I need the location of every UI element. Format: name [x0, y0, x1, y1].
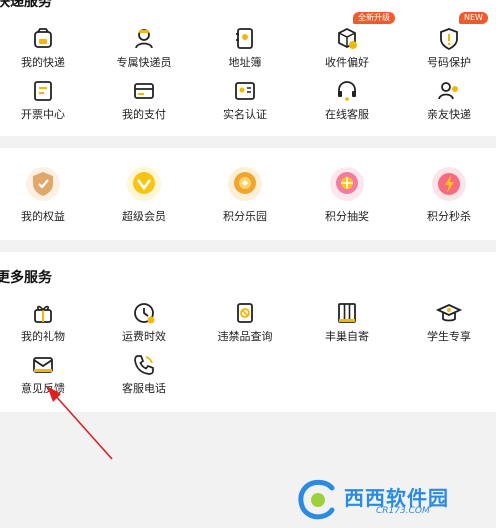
annotation-arrow — [47, 386, 113, 460]
watermark-emblem-icon — [298, 479, 335, 520]
watermark-logo: 西西软件园 CR173.COM — [296, 478, 492, 522]
watermark-url: CR173.COM — [376, 506, 430, 516]
